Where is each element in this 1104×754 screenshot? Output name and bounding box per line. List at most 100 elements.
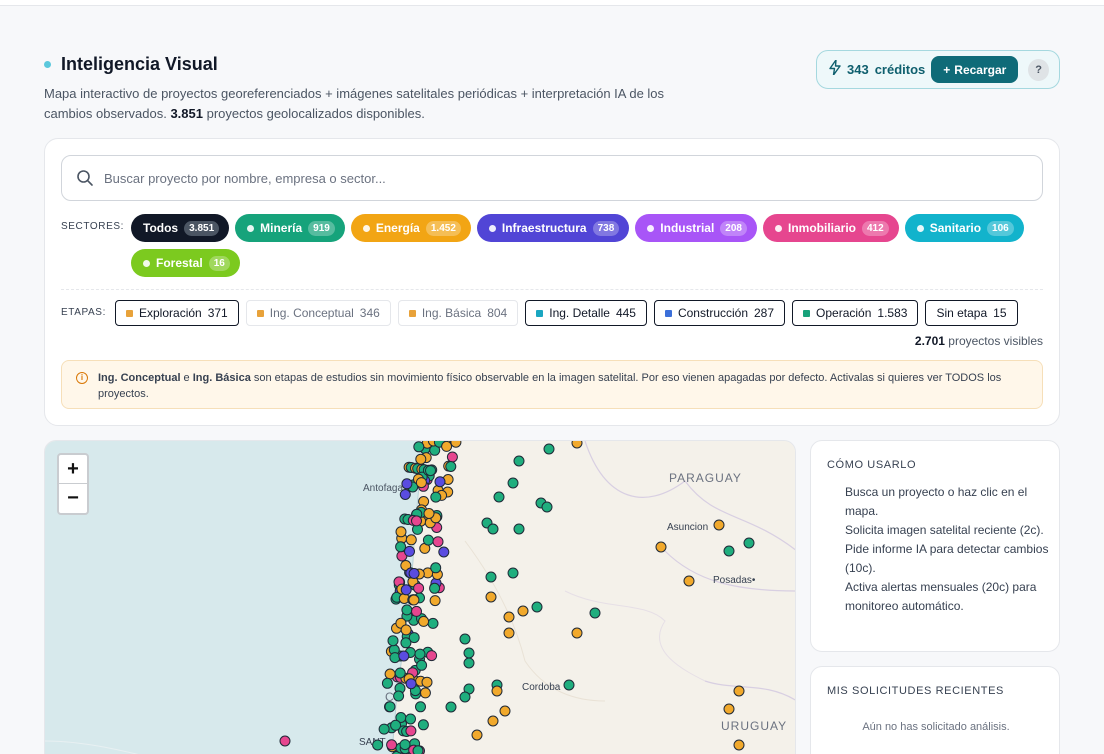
project-marker[interactable] [387,635,399,647]
project-marker[interactable] [390,719,402,731]
project-marker[interactable] [394,667,406,679]
map-canvas[interactable]: Antofagasta PARAGUAY Asuncion Posadas• C… [45,441,796,754]
sector-chip-minería[interactable]: Minería 919 [235,214,345,242]
project-marker[interactable] [434,476,446,488]
project-marker[interactable] [471,729,483,741]
project-marker[interactable] [513,523,525,535]
project-marker[interactable] [400,637,412,649]
project-marker[interactable] [531,601,543,613]
project-marker[interactable] [415,477,427,489]
project-marker[interactable] [485,571,497,583]
search-input[interactable] [104,170,1004,186]
stage-chip[interactable]: Ing. Conceptual 346 [245,300,391,326]
project-marker[interactable] [415,453,427,465]
sector-chip-inmobiliario[interactable]: Inmobiliario 412 [762,214,899,242]
project-marker[interactable] [408,594,420,606]
project-marker[interactable] [411,605,422,617]
project-marker[interactable] [378,723,390,735]
project-marker[interactable] [571,441,583,449]
project-marker[interactable] [743,537,755,549]
project-marker[interactable] [429,582,441,594]
projects-map[interactable]: Antofagasta PARAGUAY Asuncion Posadas• C… [44,440,796,754]
project-marker[interactable] [438,546,450,558]
project-marker[interactable] [414,648,426,660]
stage-chip[interactable]: Exploración 371 [115,300,239,326]
project-marker[interactable] [563,679,575,691]
project-marker[interactable] [399,489,411,500]
recharge-button[interactable]: + Recargar [931,56,1019,83]
project-marker[interactable] [411,515,422,527]
stage-chip[interactable]: Ing. Básica 804 [397,300,519,326]
project-marker[interactable] [463,657,475,669]
stage-chip[interactable]: Sin etapa 15 [925,300,1018,326]
project-marker[interactable] [426,650,438,662]
project-marker[interactable] [507,477,519,489]
project-marker[interactable] [384,701,396,713]
project-marker[interactable] [384,668,396,680]
project-marker[interactable] [412,745,424,754]
project-marker[interactable] [416,659,428,671]
project-marker[interactable] [487,715,499,727]
zoom-in-button[interactable]: + [59,455,87,484]
project-marker[interactable] [404,545,415,557]
project-marker[interactable] [655,541,667,553]
zoom-out-button[interactable]: − [59,484,87,513]
project-marker[interactable] [418,615,430,627]
project-marker[interactable] [543,443,555,455]
project-marker[interactable] [432,536,444,548]
project-marker[interactable] [405,713,416,725]
project-marker[interactable] [401,604,413,616]
project-marker[interactable] [372,739,384,751]
project-marker[interactable] [459,691,471,703]
project-marker[interactable] [423,508,435,519]
project-marker[interactable] [413,582,425,594]
project-marker[interactable] [400,624,412,636]
project-marker[interactable] [399,739,411,751]
project-marker[interactable] [491,685,503,697]
sector-chip-sanitario[interactable]: Sanitario 106 [904,214,1024,242]
project-marker[interactable] [541,501,553,513]
project-marker[interactable] [683,575,695,587]
project-marker[interactable] [389,652,401,664]
sector-chip-todos[interactable]: Todos 3.851 [131,214,230,242]
project-marker[interactable] [441,441,453,452]
project-marker[interactable] [499,705,511,717]
project-marker[interactable] [445,461,457,472]
project-marker[interactable] [513,455,525,467]
project-marker[interactable] [723,703,735,715]
project-marker[interactable] [427,617,439,629]
project-marker[interactable] [408,568,420,579]
help-button[interactable]: ? [1028,58,1049,81]
project-marker[interactable] [386,739,398,751]
project-marker[interactable] [517,605,529,617]
project-marker[interactable] [393,690,405,702]
project-marker[interactable] [589,607,601,619]
sector-chip-infraestructura[interactable]: Infraestructura 738 [476,214,630,242]
project-marker[interactable] [723,545,735,557]
project-marker[interactable] [493,491,505,503]
project-marker[interactable] [450,441,462,448]
project-marker[interactable] [395,541,407,553]
project-marker[interactable] [419,687,431,699]
project-marker[interactable] [415,701,426,713]
project-marker[interactable] [381,677,393,689]
project-marker[interactable] [400,584,412,596]
project-marker[interactable] [401,478,413,490]
project-marker[interactable] [279,735,291,747]
project-marker[interactable] [571,627,583,639]
project-marker[interactable] [405,678,417,690]
project-marker[interactable] [430,562,442,574]
stage-chip[interactable]: Construcción 287 [653,300,786,326]
project-marker[interactable] [485,591,497,603]
project-marker[interactable] [417,719,429,731]
project-marker[interactable] [413,441,425,453]
project-marker[interactable] [503,627,515,639]
stage-chip[interactable]: Ing. Detalle 445 [525,300,647,326]
project-marker[interactable] [459,633,471,645]
project-marker[interactable] [405,725,417,737]
project-marker[interactable] [733,685,745,697]
project-marker[interactable] [463,647,475,659]
project-marker[interactable] [429,595,441,607]
project-marker[interactable] [503,611,515,623]
project-marker[interactable] [487,523,499,535]
